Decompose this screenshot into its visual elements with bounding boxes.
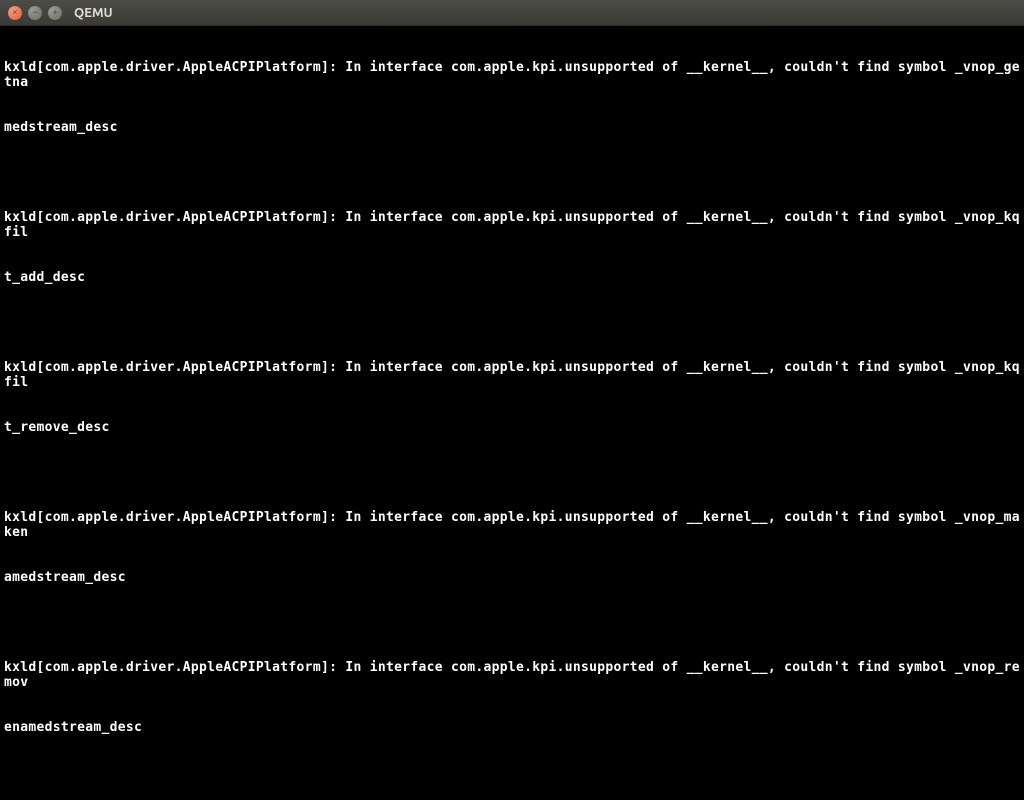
terminal-line xyxy=(4,165,1020,180)
terminal-line: amedstream_desc xyxy=(4,570,1020,585)
minimize-button[interactable]: − xyxy=(28,6,42,20)
terminal-line: kxld[com.apple.driver.AppleACPIPlatform]… xyxy=(4,60,1020,90)
terminal-line xyxy=(4,615,1020,630)
window-controls: × − + xyxy=(8,6,62,20)
terminal-line: t_remove_desc xyxy=(4,420,1020,435)
terminal-line: kxld[com.apple.driver.AppleACPIPlatform]… xyxy=(4,360,1020,390)
terminal-line: enamedstream_desc xyxy=(4,720,1020,735)
titlebar[interactable]: × − + QEMU xyxy=(0,0,1024,26)
qemu-window: × − + QEMU kxld[com.apple.driver.AppleAC… xyxy=(0,0,1024,800)
terminal-line xyxy=(4,315,1020,330)
maximize-button[interactable]: + xyxy=(48,6,62,20)
terminal-line: t_add_desc xyxy=(4,270,1020,285)
terminal-line: kxld[com.apple.driver.AppleACPIPlatform]… xyxy=(4,510,1020,540)
terminal-line: kxld[com.apple.driver.AppleACPIPlatform]… xyxy=(4,210,1020,240)
terminal-line: medstream_desc xyxy=(4,120,1020,135)
terminal-line: kxld[com.apple.driver.AppleACPIPlatform]… xyxy=(4,660,1020,690)
terminal-output[interactable]: kxld[com.apple.driver.AppleACPIPlatform]… xyxy=(0,26,1024,800)
close-button[interactable]: × xyxy=(8,6,22,20)
terminal-line xyxy=(4,765,1020,780)
terminal-line xyxy=(4,465,1020,480)
window-title: QEMU xyxy=(74,6,113,20)
